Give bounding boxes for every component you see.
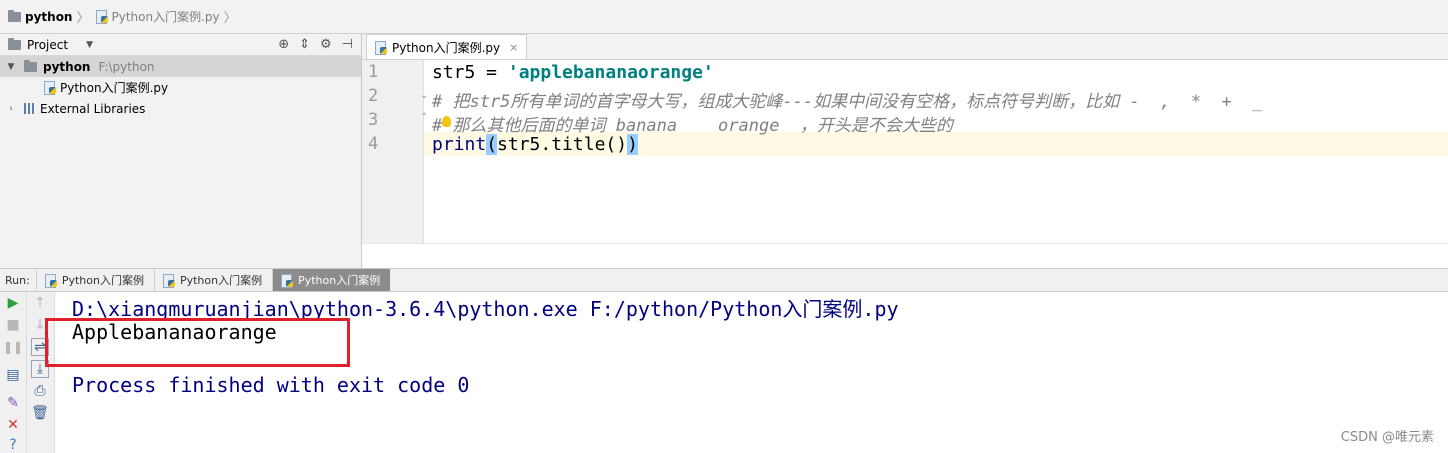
- run-tabbar: Run: Python入门案例 Python入门案例 Python入门案例: [0, 268, 1448, 292]
- annotation-red-box: [45, 318, 350, 367]
- rerun-icon[interactable]: ▶: [4, 294, 22, 312]
- run-panel: ▶ ■ ❚❚ ▤ ✎ ✕ ? ↑ ↓ ⇌ ⤓ ⎙ 🗑 D:\xiangmurua…: [0, 292, 1448, 453]
- breadcrumb-file[interactable]: Python入门案例.py: [95, 8, 220, 25]
- editor: Python入门案例.py × 1 2 3 4 ⌄ ⌃ str5 = 'appl…: [362, 34, 1448, 268]
- code-token: str5 =: [432, 62, 508, 83]
- chevron-right-icon: 〉: [76, 11, 90, 26]
- trash-icon[interactable]: 🗑: [31, 404, 49, 422]
- breadcrumb-project-label: python: [25, 9, 73, 24]
- project-toolbar: ⊕ ⇕ ⚙ ⊣: [278, 37, 353, 52]
- close-icon[interactable]: ✕: [4, 416, 22, 434]
- run-tab-label: Python入门案例: [61, 274, 144, 287]
- project-panel-header: Project ▼ ⊕ ⇕ ⚙ ⊣: [0, 34, 361, 56]
- tree-root-path: F:\python: [98, 59, 155, 74]
- code-brace-match: (: [486, 134, 498, 155]
- breadcrumb-file-label: Python入门案例.py: [111, 10, 220, 24]
- fold-marker-icon[interactable]: ⌃: [420, 112, 428, 123]
- dump-threads-icon[interactable]: ▤: [4, 366, 22, 384]
- line-number: 2: [368, 86, 379, 106]
- line-number: 4: [368, 134, 379, 154]
- line-gutter: 1 2 3 4: [362, 60, 424, 243]
- breadcrumb: python 〉 Python入门案例.py 〉: [0, 0, 1448, 34]
- project-icon: [8, 37, 21, 50]
- python-file-icon: [162, 273, 175, 288]
- run-tab-label: Python入门案例: [298, 274, 381, 287]
- fold-marker-icon[interactable]: ⌄: [420, 90, 428, 101]
- python-file-icon: [375, 40, 387, 55]
- chevron-right-icon[interactable]: ›: [4, 104, 18, 114]
- run-toolbar-secondary: ↑ ↓ ⇌ ⤓ ⎙ 🗑: [27, 292, 55, 453]
- pin-icon[interactable]: ✎: [4, 394, 22, 412]
- locate-icon[interactable]: ⊕: [278, 37, 289, 52]
- breadcrumb-project[interactable]: python: [8, 9, 73, 24]
- tree-item-root[interactable]: ▼ python F:\python: [0, 56, 361, 77]
- run-tab-2[interactable]: Python入门案例: [153, 269, 272, 291]
- gear-icon[interactable]: ⚙: [320, 37, 332, 52]
- print-icon[interactable]: ⎙: [31, 382, 49, 400]
- editor-tab-label: Python入门案例.py: [392, 40, 501, 55]
- run-tab-label: Python入门案例: [179, 274, 263, 287]
- code-line-1: str5 = 'applebananaorange': [432, 62, 714, 83]
- expand-arrow-icon[interactable]: ▼: [4, 62, 18, 72]
- run-label: Run:: [5, 273, 30, 287]
- code-line-3: # 那么其他后面的单词 banana orange ，开头是不会大些的: [432, 116, 953, 136]
- python-file-icon: [95, 10, 108, 24]
- editor-tab-file[interactable]: Python入门案例.py ×: [366, 34, 528, 59]
- watermark: CSDN @唯元素: [1340, 430, 1434, 445]
- code-string: 'applebananaorange': [507, 62, 714, 83]
- close-icon[interactable]: ×: [509, 41, 518, 54]
- tree-item-external-libraries[interactable]: › External Libraries: [0, 98, 361, 119]
- line-number: 3: [368, 110, 379, 130]
- chevron-down-icon[interactable]: ▼: [86, 40, 93, 50]
- pause-icon[interactable]: ❚❚: [3, 338, 23, 356]
- python-file-icon: [44, 273, 57, 288]
- code-line-2: # 把str5所有单词的首字母大写，组成大驼峰---如果中间没有空格，标点符号判…: [432, 92, 1263, 112]
- stop-icon[interactable]: ■: [4, 316, 22, 334]
- libraries-icon: [24, 103, 36, 114]
- editor-bottom-area: [362, 243, 1448, 268]
- console-exit-line: Process finished with exit code 0: [72, 373, 470, 397]
- code-area[interactable]: 1 2 3 4 ⌄ ⌃ str5 = 'applebananaorange' #…: [362, 60, 1448, 243]
- tree-libraries-label: External Libraries: [40, 101, 146, 116]
- help-icon[interactable]: ?: [4, 436, 22, 453]
- line-number: 1: [368, 62, 379, 82]
- run-tab-1[interactable]: Python入门案例: [35, 269, 154, 291]
- code-line-4: print(str5.title()): [432, 134, 638, 155]
- arrow-up-icon[interactable]: ↑: [31, 294, 49, 312]
- folder-icon: [8, 9, 21, 22]
- tree-root-label: python: [43, 59, 91, 74]
- run-tab-3[interactable]: Python入门案例: [272, 269, 391, 291]
- folder-icon: [24, 59, 37, 72]
- python-file-icon: [44, 81, 56, 95]
- code-token: str5.title(): [497, 134, 628, 155]
- python-file-icon: [281, 273, 294, 288]
- code-builtin: print: [432, 134, 487, 155]
- tree-item-file[interactable]: Python入门案例.py: [0, 77, 361, 98]
- code-brace-match: ): [627, 134, 638, 155]
- editor-tabbar: Python入门案例.py ×: [362, 34, 1448, 60]
- project-view-selector[interactable]: Project: [27, 38, 68, 52]
- project-panel: Project ▼ ⊕ ⇕ ⚙ ⊣ ▼ python F:\python Pyt…: [0, 34, 362, 268]
- run-toolbar-primary: ▶ ■ ❚❚ ▤ ✎ ✕ ?: [0, 292, 27, 453]
- tree-file-label: Python入门案例.py: [60, 81, 169, 95]
- hide-panel-icon[interactable]: ⊣: [342, 37, 353, 52]
- collapse-all-icon[interactable]: ⇕: [299, 37, 310, 52]
- chevron-right-icon: 〉: [223, 11, 237, 26]
